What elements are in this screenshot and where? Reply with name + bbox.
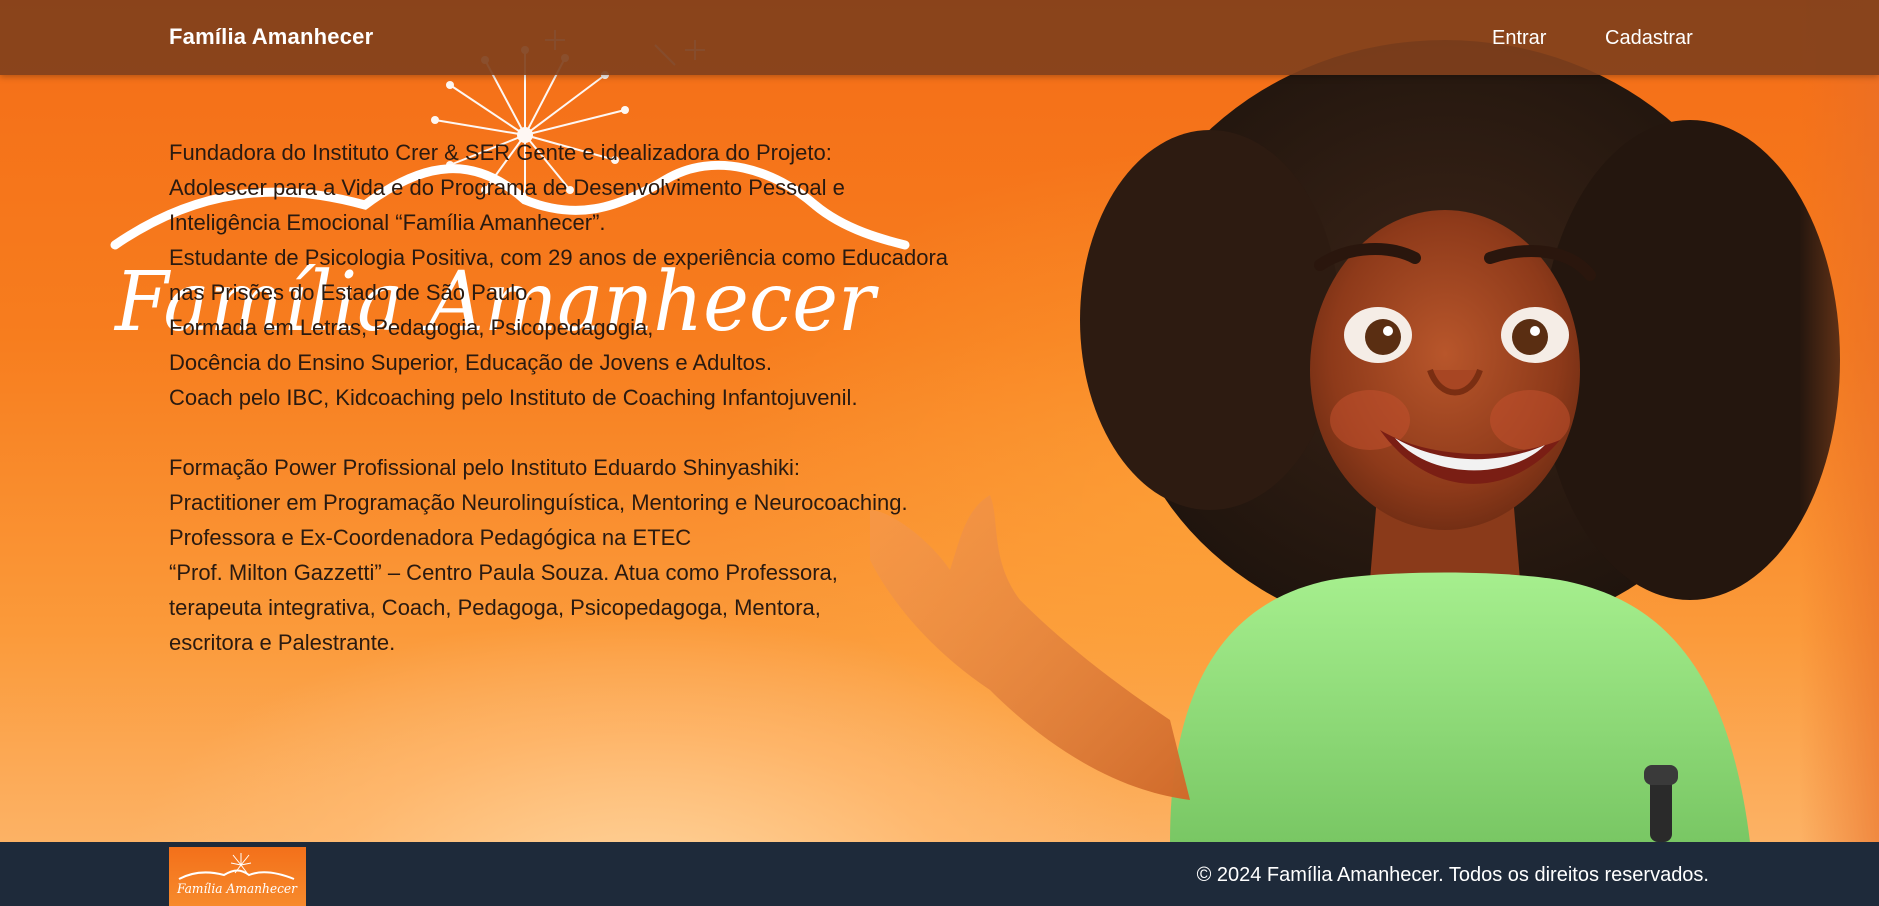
footer-logo-graphic: Família Amanhecer [176,853,298,897]
bio-line: Professora e Ex-Coordenadora Pedagógica … [169,525,692,550]
bio-line: Fundadora do Instituto Crer & SER Gente … [169,140,832,165]
hero-edge-shade [1799,0,1879,842]
bio-paragraph-2: Formação Power Profissional pelo Institu… [169,450,969,660]
bio-line: Adolescer para a Vida e do Programa de D… [169,175,845,200]
bio-text: Fundadora do Instituto Crer & SER Gente … [169,135,969,660]
footer-logo[interactable]: Família Amanhecer [169,847,306,906]
footer: Família Amanhecer © 2024 Família Amanhec… [0,842,1879,906]
bio-line: nas Prisões do Estado de São Paulo. [169,280,534,305]
register-link[interactable]: Cadastrar [1605,27,1693,50]
bio-line: Coach pelo IBC, Kidcoaching pelo Institu… [169,385,858,410]
brand-name[interactable]: Família Amanhecer [169,24,373,50]
bio-line: escritora e Palestrante. [169,630,396,655]
bio-line: Formada em Letras, Pedagogia, Psicopedag… [169,315,654,340]
footer-logo-text: Família Amanhecer [176,882,298,897]
bio-line: Practitioner em Programação Neurolinguís… [169,490,908,515]
bio-line: “Prof. Milton Gazzetti” – Centro Paula S… [169,560,838,585]
bio-paragraph-1: Fundadora do Instituto Crer & SER Gente … [169,135,969,415]
bio-line: Formação Power Profissional pelo Institu… [169,455,800,480]
copyright-text: © 2024 Família Amanhecer. Todos os direi… [1196,864,1709,886]
top-navbar: Família Amanhecer Entrar Cadastrar [0,0,1879,75]
bio-line: Estudante de Psicologia Positiva, com 29… [169,245,949,270]
character-illustration [870,40,1840,842]
bio-line: Inteligência Emocional “Família Amanhece… [169,210,606,235]
bio-line: Docência do Ensino Superior, Educação de… [169,350,772,375]
bio-line: terapeuta integrativa, Coach, Pedagoga, … [169,595,821,620]
login-link[interactable]: Entrar [1492,27,1546,50]
page: Família Amanhecer Família Amanhecer Entr… [0,0,1879,906]
